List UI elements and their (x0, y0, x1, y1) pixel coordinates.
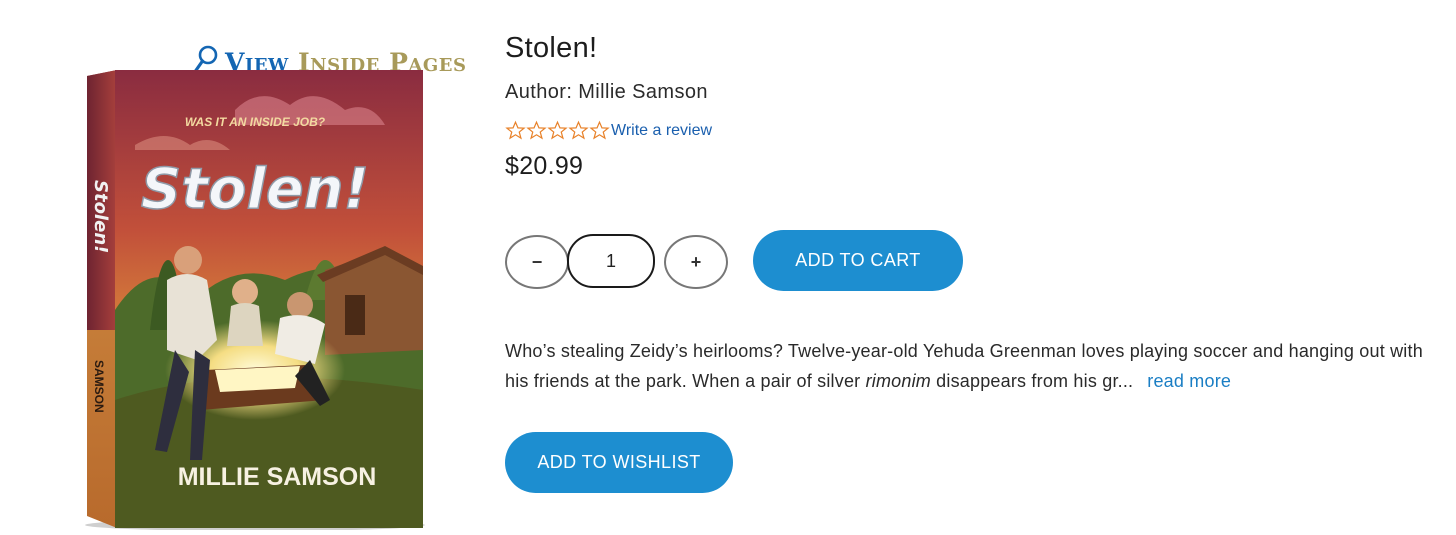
cover-tagline: WAS IT AN INSIDE JOB? (185, 115, 326, 129)
star-outline-icon[interactable] (505, 120, 526, 141)
star-rating[interactable] (505, 120, 610, 141)
description-italic-text: rimonim (865, 371, 931, 391)
spine-author: SAMSON (92, 360, 106, 413)
add-to-cart-button[interactable]: ADD TO CART (753, 230, 963, 291)
star-outline-icon[interactable] (589, 120, 610, 141)
star-outline-icon[interactable] (526, 120, 547, 141)
add-to-wishlist-button[interactable]: ADD TO WISHLIST (505, 432, 733, 493)
star-outline-icon[interactable] (568, 120, 589, 141)
description-text-end: disappears from his gr... (930, 371, 1134, 391)
quantity-increase-button[interactable]: + (664, 235, 728, 289)
cover-author: MILLIE SAMSON (178, 463, 377, 491)
product-author: Author: Millie Samson (505, 81, 708, 103)
write-review-link[interactable]: Write a review (611, 122, 712, 140)
spine-title: Stolen! (90, 180, 111, 253)
quantity-decrease-button[interactable]: − (505, 235, 569, 289)
product-title: Stolen! (505, 32, 598, 64)
star-outline-icon[interactable] (547, 120, 568, 141)
quantity-input[interactable] (567, 234, 655, 288)
product-price: $20.99 (505, 152, 584, 180)
read-more-link[interactable]: read more (1147, 371, 1231, 391)
cover-title: Stolen! (141, 157, 369, 222)
rating-row: Write a review (505, 120, 712, 141)
book-cover-image[interactable]: WAS IT AN INSIDE JOB? Stolen! Stolen! SA… (55, 70, 425, 531)
product-description: Who’s stealing Zeidy’s heirlooms? Twelve… (505, 336, 1435, 396)
